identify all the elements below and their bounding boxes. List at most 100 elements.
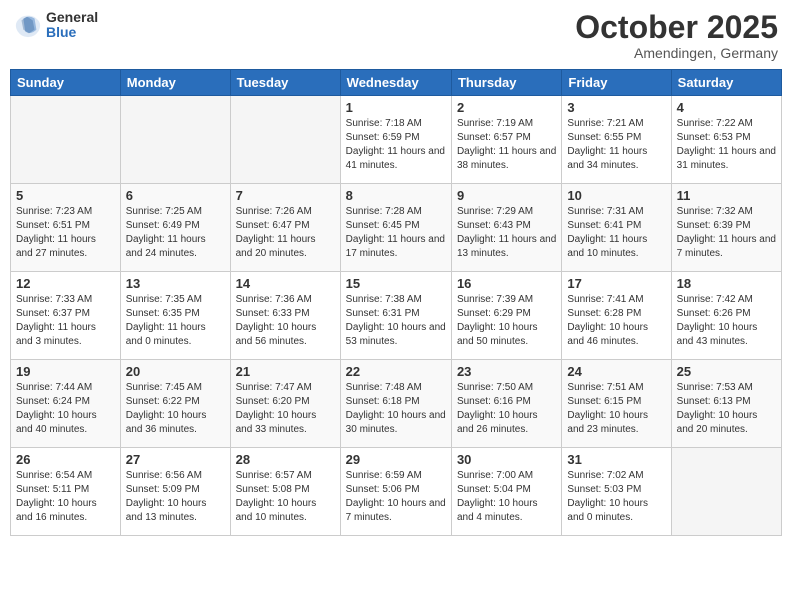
- day-number: 10: [567, 188, 665, 203]
- day-content: Sunrise: 6:54 AM Sunset: 5:11 PM Dayligh…: [16, 469, 115, 525]
- calendar-cell: [230, 96, 340, 184]
- day-content: Sunrise: 7:35 AM Sunset: 6:35 PM Dayligh…: [126, 293, 225, 349]
- day-content: Sunrise: 7:36 AM Sunset: 6:33 PM Dayligh…: [236, 293, 335, 349]
- calendar-cell: 31 Sunrise: 7:02 AM Sunset: 5:03 PM Dayli…: [562, 448, 671, 536]
- calendar-cell: 7 Sunrise: 7:26 AM Sunset: 6:47 PM Daylig…: [230, 184, 340, 272]
- weekday-header-friday: Friday: [562, 70, 671, 96]
- calendar-cell: 3 Sunrise: 7:21 AM Sunset: 6:55 PM Daylig…: [562, 96, 671, 184]
- weekday-header-sunday: Sunday: [11, 70, 121, 96]
- day-content: Sunrise: 7:02 AM Sunset: 5:03 PM Dayligh…: [567, 469, 665, 525]
- weekday-header-tuesday: Tuesday: [230, 70, 340, 96]
- week-row-4: 19Sunrise: 7:44 AM Sunset: 6:24 PM Dayli…: [11, 360, 782, 448]
- day-number: 18: [677, 276, 776, 291]
- location: Amendingen, Germany: [575, 45, 778, 61]
- day-content: Sunrise: 7:51 AM Sunset: 6:15 PM Dayligh…: [567, 381, 665, 437]
- calendar-cell: 16Sunrise: 7:39 AM Sunset: 6:29 PM Dayli…: [451, 272, 561, 360]
- day-number: 1: [346, 100, 446, 115]
- day-number: 30: [457, 452, 556, 467]
- calendar-cell: 22 Sunrise: 7:48 AM Sunset: 6:18 PM Dayli…: [340, 360, 451, 448]
- calendar-cell: 6Sunrise: 7:25 AM Sunset: 6:49 PM Daylig…: [120, 184, 230, 272]
- calendar-cell: 5Sunrise: 7:23 AM Sunset: 6:51 PM Daylig…: [11, 184, 121, 272]
- week-row-3: 12Sunrise: 7:33 AM Sunset: 6:37 PM Dayli…: [11, 272, 782, 360]
- logo-icon: [14, 11, 42, 39]
- day-content: Sunrise: 7:33 AM Sunset: 6:37 PM Dayligh…: [16, 293, 115, 349]
- day-number: 27: [126, 452, 225, 467]
- calendar-cell: [120, 96, 230, 184]
- day-content: Sunrise: 7:47 AM Sunset: 6:20 PM Dayligh…: [236, 381, 335, 437]
- day-content: Sunrise: 7:45 AM Sunset: 6:22 PM Dayligh…: [126, 381, 225, 437]
- day-number: 9: [457, 188, 556, 203]
- day-content: Sunrise: 6:59 AM Sunset: 5:06 PM Dayligh…: [346, 469, 446, 525]
- day-number: 20: [126, 364, 225, 379]
- calendar: SundayMondayTuesdayWednesdayThursdayFrid…: [10, 69, 782, 536]
- calendar-cell: 4 Sunrise: 7:22 AM Sunset: 6:53 PM Daylig…: [671, 96, 781, 184]
- calendar-cell: 23 Sunrise: 7:50 AM Sunset: 6:16 PM Dayli…: [451, 360, 561, 448]
- day-number: 13: [126, 276, 225, 291]
- day-content: Sunrise: 7:42 AM Sunset: 6:26 PM Dayligh…: [677, 293, 776, 349]
- calendar-cell: 19Sunrise: 7:44 AM Sunset: 6:24 PM Dayli…: [11, 360, 121, 448]
- calendar-cell: 9 Sunrise: 7:29 AM Sunset: 6:43 PM Daylig…: [451, 184, 561, 272]
- day-number: 24: [567, 364, 665, 379]
- logo: General Blue: [14, 10, 98, 41]
- logo-blue: Blue: [46, 25, 98, 40]
- calendar-cell: 15 Sunrise: 7:38 AM Sunset: 6:31 PM Dayli…: [340, 272, 451, 360]
- calendar-cell: 10 Sunrise: 7:31 AM Sunset: 6:41 PM Dayli…: [562, 184, 671, 272]
- day-number: 11: [677, 188, 776, 203]
- day-number: 4: [677, 100, 776, 115]
- calendar-cell: [11, 96, 121, 184]
- logo-text: General Blue: [46, 10, 98, 41]
- logo-general: General: [46, 10, 98, 25]
- day-content: Sunrise: 7:19 AM Sunset: 6:57 PM Dayligh…: [457, 117, 556, 173]
- week-row-2: 5Sunrise: 7:23 AM Sunset: 6:51 PM Daylig…: [11, 184, 782, 272]
- day-number: 23: [457, 364, 556, 379]
- day-number: 7: [236, 188, 335, 203]
- calendar-cell: 13 Sunrise: 7:35 AM Sunset: 6:35 PM Dayli…: [120, 272, 230, 360]
- day-content: Sunrise: 7:41 AM Sunset: 6:28 PM Dayligh…: [567, 293, 665, 349]
- day-content: Sunrise: 7:48 AM Sunset: 6:18 PM Dayligh…: [346, 381, 446, 437]
- calendar-cell: 11 Sunrise: 7:32 AM Sunset: 6:39 PM Dayli…: [671, 184, 781, 272]
- calendar-cell: 25 Sunrise: 7:53 AM Sunset: 6:13 PM Dayli…: [671, 360, 781, 448]
- day-number: 3: [567, 100, 665, 115]
- week-row-1: 1 Sunrise: 7:18 AM Sunset: 6:59 PM Daylig…: [11, 96, 782, 184]
- day-number: 26: [16, 452, 115, 467]
- calendar-cell: 30Sunrise: 7:00 AM Sunset: 5:04 PM Dayli…: [451, 448, 561, 536]
- weekday-header-monday: Monday: [120, 70, 230, 96]
- day-content: Sunrise: 7:50 AM Sunset: 6:16 PM Dayligh…: [457, 381, 556, 437]
- day-content: Sunrise: 7:38 AM Sunset: 6:31 PM Dayligh…: [346, 293, 446, 349]
- calendar-cell: 24 Sunrise: 7:51 AM Sunset: 6:15 PM Dayli…: [562, 360, 671, 448]
- day-number: 31: [567, 452, 665, 467]
- day-number: 17: [567, 276, 665, 291]
- calendar-cell: 27Sunrise: 6:56 AM Sunset: 5:09 PM Dayli…: [120, 448, 230, 536]
- calendar-cell: [671, 448, 781, 536]
- calendar-cell: 28 Sunrise: 6:57 AM Sunset: 5:08 PM Dayli…: [230, 448, 340, 536]
- day-number: 19: [16, 364, 115, 379]
- day-content: Sunrise: 6:57 AM Sunset: 5:08 PM Dayligh…: [236, 469, 335, 525]
- day-content: Sunrise: 7:53 AM Sunset: 6:13 PM Dayligh…: [677, 381, 776, 437]
- weekday-header-saturday: Saturday: [671, 70, 781, 96]
- calendar-cell: 18 Sunrise: 7:42 AM Sunset: 6:26 PM Dayli…: [671, 272, 781, 360]
- day-number: 16: [457, 276, 556, 291]
- day-number: 28: [236, 452, 335, 467]
- day-number: 29: [346, 452, 446, 467]
- day-content: Sunrise: 7:21 AM Sunset: 6:55 PM Dayligh…: [567, 117, 665, 173]
- title-section: October 2025 Amendingen, Germany: [575, 10, 778, 61]
- calendar-cell: 17 Sunrise: 7:41 AM Sunset: 6:28 PM Dayli…: [562, 272, 671, 360]
- day-number: 25: [677, 364, 776, 379]
- calendar-cell: 20 Sunrise: 7:45 AM Sunset: 6:22 PM Dayli…: [120, 360, 230, 448]
- day-content: Sunrise: 7:26 AM Sunset: 6:47 PM Dayligh…: [236, 205, 335, 261]
- day-content: Sunrise: 7:31 AM Sunset: 6:41 PM Dayligh…: [567, 205, 665, 261]
- day-content: Sunrise: 7:22 AM Sunset: 6:53 PM Dayligh…: [677, 117, 776, 173]
- calendar-cell: 2Sunrise: 7:19 AM Sunset: 6:57 PM Daylig…: [451, 96, 561, 184]
- weekday-header-wednesday: Wednesday: [340, 70, 451, 96]
- day-number: 14: [236, 276, 335, 291]
- day-content: Sunrise: 7:23 AM Sunset: 6:51 PM Dayligh…: [16, 205, 115, 261]
- calendar-cell: 14 Sunrise: 7:36 AM Sunset: 6:33 PM Dayli…: [230, 272, 340, 360]
- weekday-header-thursday: Thursday: [451, 70, 561, 96]
- day-number: 21: [236, 364, 335, 379]
- day-content: Sunrise: 7:32 AM Sunset: 6:39 PM Dayligh…: [677, 205, 776, 261]
- day-number: 15: [346, 276, 446, 291]
- day-content: Sunrise: 7:18 AM Sunset: 6:59 PM Dayligh…: [346, 117, 446, 173]
- day-number: 22: [346, 364, 446, 379]
- day-content: Sunrise: 7:29 AM Sunset: 6:43 PM Dayligh…: [457, 205, 556, 261]
- day-content: Sunrise: 7:25 AM Sunset: 6:49 PM Dayligh…: [126, 205, 225, 261]
